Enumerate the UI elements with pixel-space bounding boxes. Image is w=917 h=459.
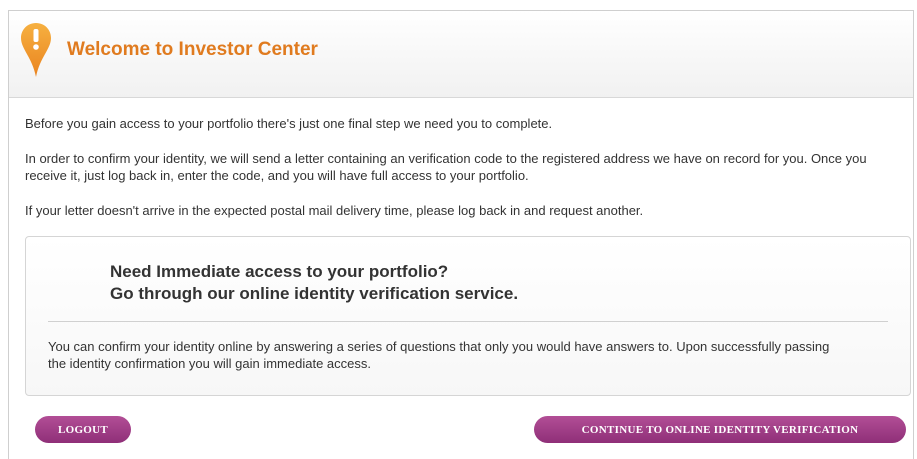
- divider: [48, 321, 888, 322]
- online-verification-heading: Need Immediate access to your portfolio?…: [110, 261, 518, 305]
- heading-line-1: Need Immediate access to your portfolio?: [110, 262, 449, 281]
- letter-delay-text: If your letter doesn't arrive in the exp…: [25, 203, 644, 218]
- intro-text: Before you gain access to your portfolio…: [25, 116, 553, 131]
- alert-pin-icon: [19, 21, 53, 79]
- heading-line-2: Go through our online identity verificat…: [110, 284, 519, 303]
- online-verification-description: You can confirm your identity online by …: [48, 339, 830, 371]
- page-title: Welcome to Investor Center: [67, 39, 318, 60]
- panel-header: Welcome to Investor Center: [9, 11, 913, 98]
- continue-verification-button[interactable]: CONTINUE TO ONLINE IDENTITY VERIFICATION: [534, 416, 906, 443]
- investor-center-panel: Welcome to Investor Center Before you ga…: [8, 10, 914, 459]
- online-verification-box: Need Immediate access to your portfolio?…: [25, 236, 911, 396]
- verification-letter-text: In order to confirm your identity, we wi…: [25, 151, 867, 183]
- logout-button[interactable]: LOGOUT: [35, 416, 131, 443]
